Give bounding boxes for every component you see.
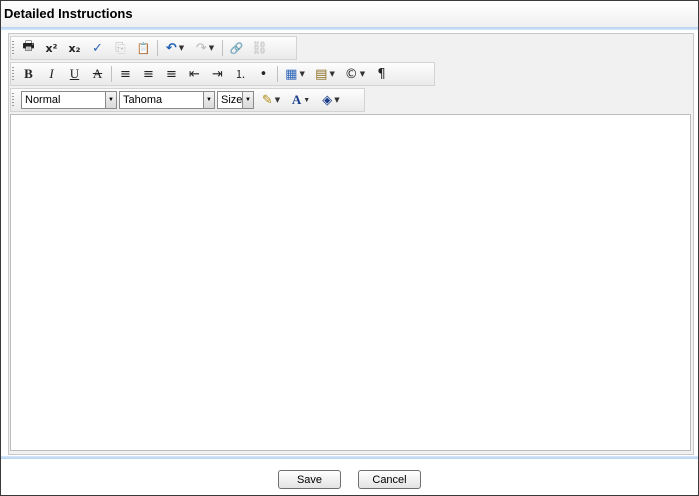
dialog-window: Detailed Instructions 🖶 x² x₂ ✓ ⎘ 📋 ↶ ▼ ↷…	[0, 0, 699, 496]
paste-icon: 📋	[136, 41, 151, 55]
font-name-value: Tahoma	[123, 94, 163, 106]
copy-icon: ⎘	[115, 40, 126, 56]
numbered-list-button[interactable]: ⒈	[229, 64, 252, 84]
align-left-icon: ≡	[120, 66, 131, 82]
chevron-down-icon: ▼	[303, 96, 311, 104]
title-accent-line	[1, 27, 698, 30]
cancel-button[interactable]: Cancel	[358, 470, 421, 489]
print-button[interactable]: 🖶	[17, 38, 40, 58]
underline-button[interactable]: U	[63, 64, 86, 84]
align-center-button[interactable]: ≡	[137, 64, 160, 84]
special-character-button[interactable]: © ▼	[340, 64, 370, 84]
numbered-list-icon: ⒈	[235, 68, 246, 81]
background-color-icon: ◈	[322, 92, 333, 108]
chevron-down-icon: ▼	[274, 96, 281, 104]
align-center-icon: ≡	[143, 66, 154, 82]
print-icon: 🖶	[22, 39, 35, 54]
chevron-down-icon: ▼	[329, 70, 335, 78]
superscript-icon: x²	[45, 41, 58, 55]
paragraph-button[interactable]: ¶	[370, 64, 393, 84]
special-character-icon: ©	[344, 66, 358, 82]
chevron-down-icon: ▼	[334, 96, 340, 104]
font-size-value: Size	[221, 94, 243, 106]
dialog-title: Detailed Instructions	[4, 6, 133, 21]
form-element-icon: ▤	[315, 66, 328, 82]
toolbar-row-1: 🖶 x² x₂ ✓ ⎘ 📋 ↶ ▼ ↷ ▼ 🔗 ⛓	[10, 36, 297, 60]
highlighter-button[interactable]: ✎ ▼	[256, 90, 286, 110]
footer-accent-line	[1, 456, 698, 459]
chevron-down-icon: ▼	[105, 92, 116, 108]
align-right-icon: ≡	[166, 66, 177, 82]
remove-link-icon: ⛓	[251, 40, 268, 56]
font-name-select[interactable]: Tahoma ▼	[119, 91, 215, 109]
align-right-button[interactable]: ≡	[160, 64, 183, 84]
background-color-button[interactable]: ◈ ▼	[316, 90, 346, 110]
font-color-button[interactable]: A ▼	[286, 90, 316, 110]
spellcheck-icon: ✓	[92, 40, 103, 56]
bulleted-list-icon: •	[259, 66, 268, 82]
strikethrough-button[interactable]: A	[86, 64, 109, 84]
form-element-button[interactable]: ▤ ▼	[310, 64, 340, 84]
bold-icon: B	[24, 66, 33, 81]
toolbar-row-3: Normal ▼ Tahoma ▼ Size ▼ ✎ ▼ A ▼ ◈ ▼	[10, 88, 365, 112]
subscript-icon: x₂	[68, 41, 81, 55]
redo-button[interactable]: ↷ ▼	[190, 38, 220, 58]
title-bar: Detailed Instructions	[1, 1, 698, 28]
superscript-button[interactable]: x²	[40, 38, 63, 58]
paragraph-style-value: Normal	[25, 94, 61, 106]
font-size-select[interactable]: Size ▼	[217, 91, 254, 109]
paragraph-style-select[interactable]: Normal ▼	[21, 91, 117, 109]
italic-button[interactable]: I	[40, 64, 63, 84]
bulleted-list-button[interactable]: •	[252, 64, 275, 84]
align-left-button[interactable]: ≡	[114, 64, 137, 84]
strikethrough-icon: A	[92, 66, 103, 81]
subscript-button[interactable]: x₂	[63, 38, 86, 58]
insert-link-icon: 🔗	[229, 41, 244, 55]
table-icon: ▦	[285, 66, 298, 82]
highlighter-icon: ✎	[261, 92, 273, 108]
chevron-down-icon: ▼	[208, 44, 215, 52]
indent-button[interactable]: ⇥	[206, 64, 229, 84]
table-button[interactable]: ▦ ▼	[280, 64, 310, 84]
bold-button[interactable]: B	[17, 64, 40, 84]
undo-icon: ↶	[165, 40, 177, 56]
spellcheck-button[interactable]: ✓	[86, 38, 109, 58]
indent-icon: ⇥	[212, 66, 223, 82]
paste-button[interactable]: 📋	[132, 38, 155, 58]
rich-text-editor: 🖶 x² x₂ ✓ ⎘ 📋 ↶ ▼ ↷ ▼ 🔗 ⛓ B I U A ≡ ≡ ≡ ⇤ …	[8, 33, 694, 455]
redo-icon: ↷	[195, 40, 207, 56]
editor-content-area[interactable]	[10, 114, 691, 451]
outdent-icon: ⇤	[189, 66, 200, 82]
chevron-down-icon: ▼	[242, 92, 253, 108]
insert-link-button[interactable]: 🔗	[225, 38, 248, 58]
copy-button[interactable]: ⎘	[109, 38, 132, 58]
toolbar-row-2: B I U A ≡ ≡ ≡ ⇤ ⇥ ⒈ • ▦ ▼ ▤ ▼ © ▼ ¶	[10, 62, 435, 86]
chevron-down-icon: ▼	[178, 44, 185, 52]
toolbar-separator	[222, 40, 223, 56]
underline-icon: U	[69, 66, 80, 81]
font-color-icon: A	[291, 92, 302, 107]
toolbar-separator	[277, 66, 278, 82]
chevron-down-icon: ▼	[299, 70, 305, 78]
chevron-down-icon: ▼	[359, 70, 366, 78]
undo-button[interactable]: ↶ ▼	[160, 38, 190, 58]
save-button[interactable]: Save	[278, 470, 341, 489]
remove-link-button[interactable]: ⛓	[248, 38, 271, 58]
toolbar-separator	[157, 40, 158, 56]
chevron-down-icon: ▼	[203, 92, 214, 108]
toolbar-separator	[111, 66, 112, 82]
italic-icon: I	[49, 66, 54, 81]
outdent-button[interactable]: ⇤	[183, 64, 206, 84]
paragraph-icon: ¶	[377, 66, 386, 82]
